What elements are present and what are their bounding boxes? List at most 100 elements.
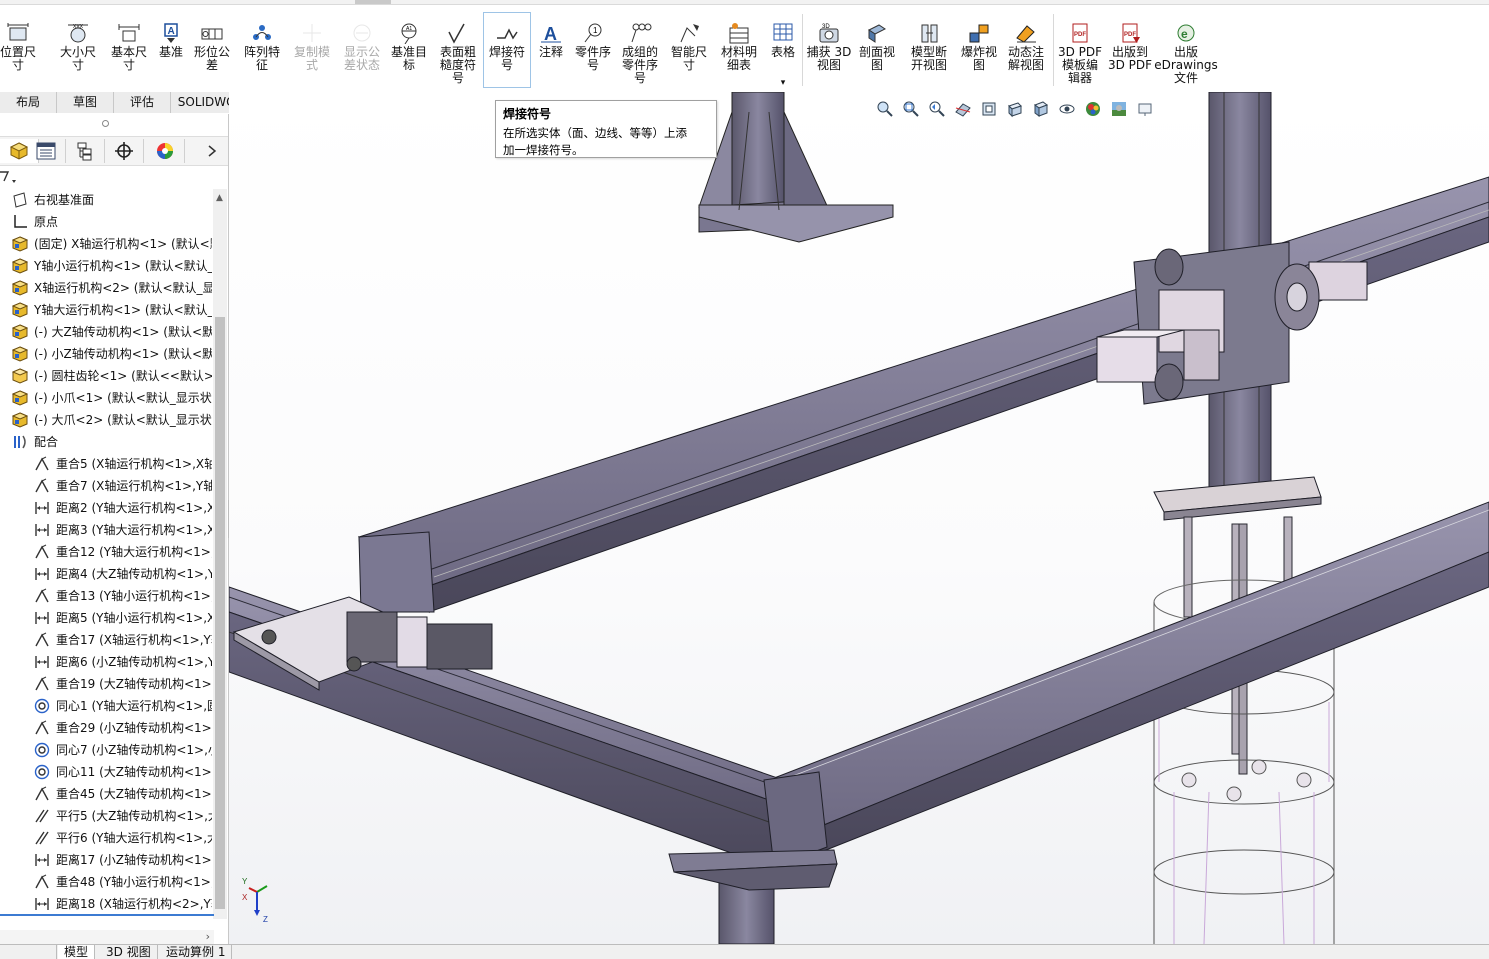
tree-item[interactable]: 重合29 (小Z轴传动机构<1>,: — [0, 717, 212, 739]
show-tolerance-status-button[interactable]: 显示公 差状态 — [336, 22, 388, 88]
capture-3d-view-button[interactable]: 3D 捕获 3D 视图 — [803, 22, 855, 88]
copy-scheme-label: 复制模 式 — [293, 45, 330, 72]
tree-vertical-scrollbar[interactable]: ▲ — [213, 189, 227, 919]
geometric-tolerance-button[interactable]: 形位公 差 — [190, 22, 234, 88]
dynamic-annotation-view-icon[interactable] — [978, 99, 1000, 119]
weld-symbol-button[interactable]: 焊接符 号 — [483, 12, 531, 88]
tree-item[interactable]: 右视基准面 — [0, 189, 212, 211]
section-view-button[interactable]: 剖面视 图 — [853, 22, 901, 88]
tree-item[interactable]: (-) 小Z轴传动机构<1> (默认<默认 — [0, 343, 212, 365]
cm-tab-2[interactable]: 评估 — [114, 92, 171, 113]
more-tabs-chevron-icon[interactable] — [196, 139, 228, 163]
tree-item[interactable]: 距离6 (小Z轴传动机构<1>,Y: — [0, 651, 212, 673]
view-settings-icon[interactable] — [1134, 99, 1156, 119]
tree-item-label: 距离3 (Y轴大运行机构<1>,X — [56, 523, 212, 537]
displaymanager-tab-icon[interactable] — [146, 139, 185, 163]
display-style-icon[interactable] — [1030, 99, 1052, 119]
bottom-tab-0[interactable]: 模型 — [58, 945, 96, 959]
pattern-feature-button[interactable]: 阵列特 征 — [238, 22, 286, 88]
weld-symbol-icon — [495, 22, 519, 44]
zoom-to-area-icon[interactable] — [900, 99, 922, 119]
tree-item[interactable]: (-) 大Z轴传动机构<1> (默认<默认 — [0, 321, 212, 343]
balloon-button[interactable]: 1 零件序 号 — [571, 22, 615, 88]
scroll-thumb[interactable] — [215, 317, 225, 909]
exploded-view-button[interactable]: 爆炸视 图 — [955, 22, 1003, 88]
cm-tab-0[interactable]: 布局 — [0, 92, 57, 113]
bottom-tab-2[interactable]: 运动算例 1 — [160, 945, 233, 959]
tree-item[interactable]: 重合5 (X轴运行机构<1>,X轴 — [0, 453, 212, 475]
section-view-icon[interactable] — [952, 99, 974, 119]
tree-item[interactable]: 平行6 (Y轴大运行机构<1>,大 — [0, 827, 212, 849]
basic-dimension-button[interactable]: 基本尺 寸 — [105, 22, 153, 88]
tree-item[interactable]: 距离17 (小Z轴传动机构<1>,Y — [0, 849, 212, 871]
note-button[interactable]: A 注释 — [532, 22, 570, 88]
table-dropdown-arrow-icon[interactable]: ▾ — [781, 77, 786, 90]
location-dimension-button[interactable]: 位置尺 寸 — [0, 22, 42, 88]
publish-edrawings-button[interactable]: e 出版 eDrawings 文件 — [1154, 22, 1218, 88]
scroll-up-icon[interactable]: ▲ — [216, 193, 223, 203]
cm-tab-1[interactable]: 草图 — [57, 92, 114, 113]
tree-item[interactable]: 重合13 (Y轴小运行机构<1>,: — [0, 585, 212, 607]
publish-3dpdf-button[interactable]: PDF 出版到 3D PDF — [1103, 22, 1157, 88]
edit-appearance-icon[interactable] — [1082, 99, 1104, 119]
hide-show-items-icon[interactable] — [1056, 99, 1078, 119]
apply-scene-icon[interactable] — [1108, 99, 1130, 119]
copy-scheme-button[interactable]: 复制模 式 — [288, 22, 336, 88]
geometric-tolerance-icon — [200, 22, 224, 44]
tree-item[interactable]: 重合17 (X轴运行机构<1>,Y轴 — [0, 629, 212, 651]
tree-item[interactable]: 同心11 (大Z轴传动机构<1>,: — [0, 761, 212, 783]
tree-item[interactable]: 距离5 (Y轴小运行机构<1>,X: — [0, 607, 212, 629]
tree-item[interactable]: (固定) X轴运行机构<1> (默认<默 — [0, 233, 212, 255]
filter-icon[interactable] — [0, 171, 18, 185]
tree-filter[interactable] — [0, 168, 220, 188]
dynamic-annotation-views-button[interactable]: 动态注 解视图 — [1001, 22, 1051, 88]
tree-item[interactable]: Y轴小运行机构<1> (默认<默认_显 — [0, 255, 212, 277]
configurationmanager-tab-icon[interactable] — [66, 139, 105, 163]
triad-x-label: X — [242, 893, 248, 902]
location-dimension-icon — [6, 22, 30, 44]
bottom-tab-1[interactable]: 3D 视图 — [100, 945, 158, 959]
previous-view-icon[interactable] — [926, 99, 948, 119]
model-break-view-button[interactable]: 模型断 开视图 — [905, 22, 953, 88]
datum-button[interactable]: A 基准 — [153, 22, 189, 88]
tree-item[interactable]: 重合12 (Y轴大运行机构<1>,: — [0, 541, 212, 563]
tree-item[interactable]: Y轴大运行机构<1> (默认<默认_显 — [0, 299, 212, 321]
stacked-balloon-button[interactable]: 成组的 零件序 号 — [615, 22, 665, 88]
tree-item[interactable]: 重合19 (大Z轴传动机构<1>,J — [0, 673, 212, 695]
panel-grip[interactable] — [0, 114, 228, 134]
smart-dimension-button[interactable]: 智能尺 寸 — [665, 22, 713, 88]
tree-item[interactable]: X轴运行机构<2> (默认<默认_显示 — [0, 277, 212, 299]
bill-of-materials-button[interactable]: 材料明 细表 — [715, 22, 763, 88]
zoom-to-fit-icon[interactable] — [874, 99, 896, 119]
table-button[interactable]: 表格 ▾ — [765, 22, 801, 88]
assembly-model[interactable] — [229, 92, 1489, 944]
tree-horizontal-scrollbar[interactable]: › — [0, 930, 214, 944]
tab-scroll-arrows[interactable] — [0, 945, 57, 959]
tree-item[interactable]: 同心1 (Y轴大运行机构<1>,圆 — [0, 695, 212, 717]
tree-item[interactable]: 重合48 (Y轴小运行机构<1>,: — [0, 871, 212, 893]
size-dimension-button[interactable]: XXX 大小尺 寸 — [54, 22, 102, 88]
tree-item[interactable]: 距离4 (大Z轴传动机构<1>,Y: — [0, 563, 212, 585]
tree-item[interactable]: 原点 — [0, 211, 212, 233]
tree-item[interactable]: 距离2 (Y轴大运行机构<1>,X — [0, 497, 212, 519]
view-orientation-icon[interactable] — [1004, 99, 1026, 119]
tree-item[interactable]: 配合 — [0, 431, 212, 453]
tree-item[interactable]: 距离18 (X轴运行机构<2>,Y轴 — [0, 893, 212, 915]
tree-item[interactable]: 重合7 (X轴运行机构<1>,Y轴 — [0, 475, 212, 497]
tree-item[interactable]: 同心7 (小Z轴传动机构<1>,小 — [0, 739, 212, 761]
graphics-area[interactable]: Y X Z — [229, 92, 1489, 944]
dimxpertmanager-tab-icon[interactable] — [105, 139, 144, 163]
propertymanager-tab-icon[interactable] — [27, 139, 66, 163]
tree-item[interactable]: 重合45 (大Z轴传动机构<1>,: — [0, 783, 212, 805]
tree-item[interactable]: 平行5 (大Z轴传动机构<1>,大 — [0, 805, 212, 827]
tree-item[interactable]: (-) 大爪<2> (默认<默认_显示状态 — [0, 409, 212, 431]
tree-item[interactable]: 距离3 (Y轴大运行机构<1>,X — [0, 519, 212, 541]
tree-item[interactable]: (-) 圆柱齿轮<1> (默认<<默认>_ — [0, 365, 212, 387]
surface-finish-button[interactable]: 表面粗 糙度符 号 — [433, 22, 483, 88]
3dpdf-template-editor-button[interactable]: PDF 3D PDF 模板编 辑器 — [1057, 22, 1103, 88]
scroll-right-icon[interactable]: › — [206, 930, 210, 943]
datum-target-button[interactable]: A1 基准目 标 — [385, 22, 433, 88]
weld-symbol-label: 焊接符 号 — [488, 45, 525, 72]
title-strip — [0, 0, 1489, 5]
tree-item[interactable]: (-) 小爪<1> (默认<默认_显示状态 — [0, 387, 212, 409]
